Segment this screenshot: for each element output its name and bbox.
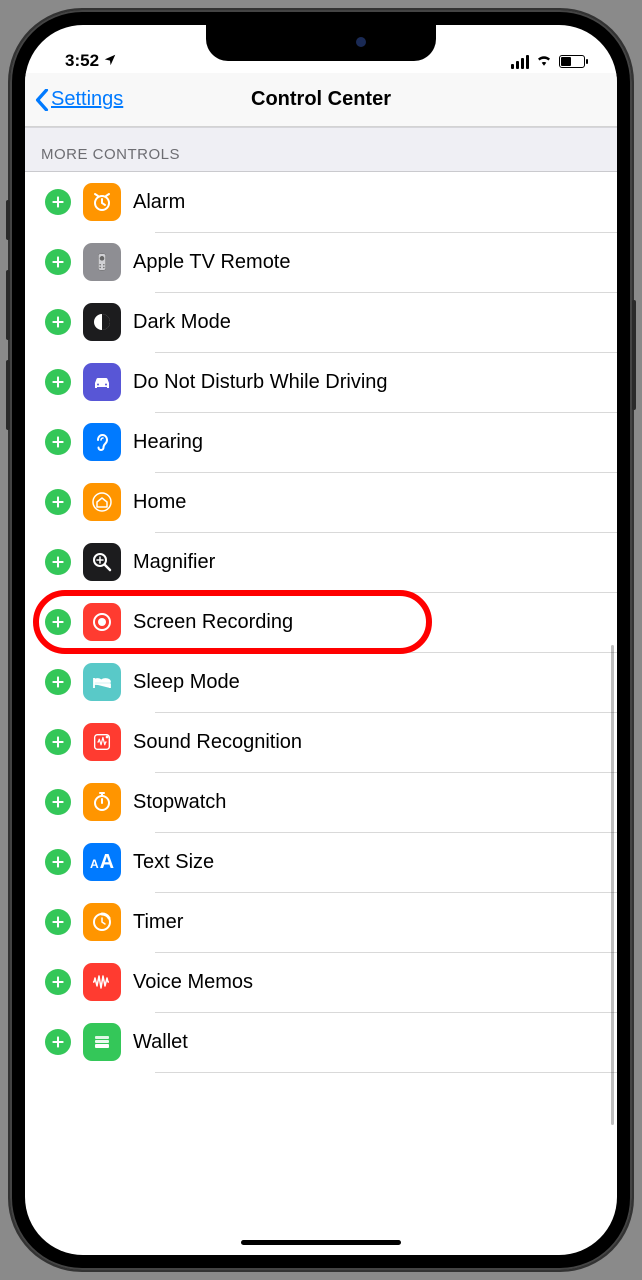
control-label: Timer [133,911,183,934]
add-button[interactable] [45,549,71,575]
add-button[interactable] [45,729,71,755]
control-row: Do Not Disturb While Driving [25,352,617,412]
dark-mode-icon [83,303,121,341]
add-button[interactable] [45,249,71,275]
control-label: Screen Recording [133,611,293,634]
control-row: Stopwatch [25,772,617,832]
battery-icon [559,55,585,68]
control-label: Apple TV Remote [133,251,291,274]
control-label: Do Not Disturb While Driving [133,371,388,394]
home-indicator[interactable] [241,1240,401,1245]
add-button[interactable] [45,849,71,875]
home-icon [83,483,121,521]
control-label: Alarm [133,191,185,214]
voice-memos-icon [83,963,121,1001]
add-button[interactable] [45,429,71,455]
ear-icon [83,423,121,461]
control-row: Sleep Mode [25,652,617,712]
control-label: Dark Mode [133,311,231,334]
add-button[interactable] [45,969,71,995]
control-row: Magnifier [25,532,617,592]
appletv-remote-icon [83,243,121,281]
control-row: Screen Recording [25,592,617,652]
back-button[interactable]: Settings [25,88,123,111]
alarm-icon [83,183,121,221]
add-button[interactable] [45,669,71,695]
add-button[interactable] [45,369,71,395]
control-label: Text Size [133,851,214,874]
car-icon [83,363,121,401]
control-row: Alarm [25,172,617,232]
add-button[interactable] [45,1029,71,1055]
control-label: Sleep Mode [133,671,240,694]
add-button[interactable] [45,609,71,635]
screen-recording-icon [83,603,121,641]
control-label: Magnifier [133,551,215,574]
control-label: Wallet [133,1031,188,1054]
control-label: Hearing [133,431,203,454]
controls-list: Alarm Apple TV Remote Dark Mode Do Not Dist… [25,172,617,1072]
magnifier-icon [83,543,121,581]
add-button[interactable] [45,789,71,815]
chevron-left-icon [35,89,49,111]
add-button[interactable] [45,189,71,215]
wallet-icon [83,1023,121,1061]
sound-recognition-icon [83,723,121,761]
stopwatch-icon [83,783,121,821]
wifi-icon [535,52,553,71]
control-row: Dark Mode [25,292,617,352]
text-size-icon: AA [83,843,121,881]
add-button[interactable] [45,309,71,335]
control-row: Home [25,472,617,532]
control-label: Home [133,491,186,514]
location-services-icon [103,53,117,70]
control-row: Sound Recognition [25,712,617,772]
control-label: Voice Memos [133,971,253,994]
bed-icon [83,663,121,701]
add-button[interactable] [45,909,71,935]
add-button[interactable] [45,489,71,515]
control-row: Voice Memos [25,952,617,1012]
cellular-signal-icon [511,55,529,69]
section-header-more-controls: MORE CONTROLS [25,127,617,172]
scrollbar-indicator [611,645,614,1125]
status-time: 3:52 [65,51,99,71]
control-row: AA Text Size [25,832,617,892]
control-label: Stopwatch [133,791,226,814]
control-row: Timer [25,892,617,952]
navigation-bar: Settings Control Center [25,73,617,127]
page-title: Control Center [251,88,391,111]
control-row: Apple TV Remote [25,232,617,292]
control-row: Hearing [25,412,617,472]
control-label: Sound Recognition [133,731,302,754]
control-row: Wallet [25,1012,617,1072]
timer-icon [83,903,121,941]
back-label: Settings [51,88,123,111]
